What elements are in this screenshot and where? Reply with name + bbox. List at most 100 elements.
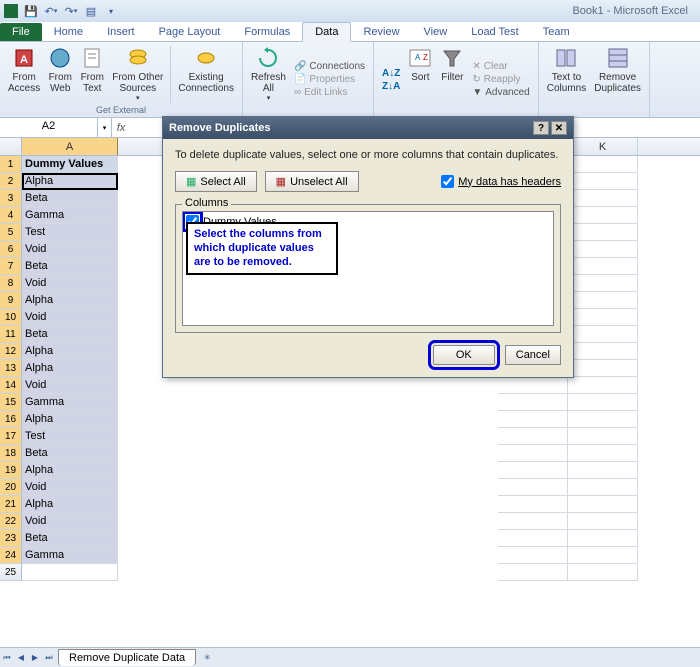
cell-a[interactable]: Beta (22, 190, 118, 207)
row-header[interactable]: 11 (0, 326, 22, 343)
cell-a[interactable]: Test (22, 428, 118, 445)
sheet-tab-active[interactable]: Remove Duplicate Data (58, 649, 196, 666)
cell-k[interactable] (568, 496, 638, 513)
row-header[interactable]: 12 (0, 343, 22, 360)
sheet-nav-prev[interactable]: ◀ (14, 650, 28, 666)
cell-a[interactable]: Alpha (22, 496, 118, 513)
tab-data[interactable]: Data (302, 22, 351, 42)
cell-a[interactable]: Alpha (22, 292, 118, 309)
cell-j[interactable] (498, 496, 568, 513)
advanced-filter-item[interactable]: ▼Advanced (468, 86, 533, 99)
row-header[interactable]: 4 (0, 207, 22, 224)
row-header[interactable]: 9 (0, 292, 22, 309)
col-header-k[interactable]: K (568, 138, 638, 155)
cell-j[interactable] (498, 547, 568, 564)
reapply-item[interactable]: ↻Reapply (468, 73, 533, 86)
row-header[interactable]: 2 (0, 173, 22, 190)
sheet-nav-first[interactable]: ⏮ (0, 650, 14, 666)
row-header[interactable]: 10 (0, 309, 22, 326)
select-all-corner[interactable] (0, 138, 22, 155)
cell-j[interactable] (498, 462, 568, 479)
cell-k[interactable] (568, 479, 638, 496)
refresh-all-button[interactable]: Refresh All▾ (247, 44, 290, 115)
row-header[interactable]: 20 (0, 479, 22, 496)
properties-item[interactable]: 📄Properties (290, 73, 369, 86)
remove-duplicates-button[interactable]: Remove Duplicates (590, 44, 645, 115)
col-header-a[interactable]: A (22, 138, 118, 155)
ok-button[interactable]: OK (433, 345, 495, 365)
cell-k[interactable] (568, 309, 638, 326)
tab-review[interactable]: Review (351, 23, 411, 41)
cell-a[interactable]: Void (22, 513, 118, 530)
name-box-dropdown[interactable]: ▾ (98, 118, 112, 137)
row-header[interactable]: 14 (0, 377, 22, 394)
cell-j[interactable] (498, 513, 568, 530)
dialog-close-button[interactable]: ✕ (551, 121, 567, 135)
cell-j[interactable] (498, 530, 568, 547)
sort-az-button[interactable]: A↓Z (378, 67, 404, 80)
cell-k[interactable] (568, 360, 638, 377)
cell-a[interactable]: Void (22, 309, 118, 326)
cell-k[interactable] (568, 428, 638, 445)
existing-connections-button[interactable]: Existing Connections (174, 44, 238, 105)
edit-links-item[interactable]: ∞Edit Links (290, 86, 369, 99)
row-header[interactable]: 19 (0, 462, 22, 479)
cell-k[interactable] (568, 156, 638, 173)
cell-a[interactable]: Alpha (22, 462, 118, 479)
cell-k[interactable] (568, 513, 638, 530)
row-header[interactable]: 23 (0, 530, 22, 547)
cell-k[interactable] (568, 258, 638, 275)
row-header[interactable]: 6 (0, 241, 22, 258)
cell-j[interactable] (498, 564, 568, 581)
row-header[interactable]: 24 (0, 547, 22, 564)
cell-j[interactable] (498, 428, 568, 445)
tab-file[interactable]: File (0, 23, 42, 41)
unselect-all-button[interactable]: ▦Unselect All (265, 171, 359, 192)
cell-a[interactable]: Beta (22, 530, 118, 547)
cell-a[interactable]: Alpha (22, 173, 118, 190)
headers-checkbox[interactable]: My data has headers (441, 175, 561, 188)
cell-k[interactable] (568, 190, 638, 207)
clear-filter-item[interactable]: ✕Clear (468, 60, 533, 73)
row-header[interactable]: 1 (0, 156, 22, 173)
cell-k[interactable] (568, 377, 638, 394)
redo-button[interactable]: ↷▾ (62, 2, 80, 20)
save-button[interactable]: 💾 (22, 2, 40, 20)
cell-j[interactable] (498, 377, 568, 394)
cell-a[interactable]: Void (22, 479, 118, 496)
cell-a[interactable] (22, 564, 118, 581)
cell-k[interactable] (568, 173, 638, 190)
cell-k[interactable] (568, 207, 638, 224)
cell-k[interactable] (568, 394, 638, 411)
row-header[interactable]: 13 (0, 360, 22, 377)
dialog-title-bar[interactable]: Remove Duplicates ? ✕ (163, 117, 573, 139)
cell-j[interactable] (498, 445, 568, 462)
undo-button[interactable]: ↶▾ (42, 2, 60, 20)
row-header[interactable]: 18 (0, 445, 22, 462)
sort-za-button[interactable]: Z↓A (378, 80, 404, 93)
from-other-sources-button[interactable]: From Other Sources▾ (108, 44, 167, 105)
cell-j[interactable] (498, 394, 568, 411)
from-access-button[interactable]: AFrom Access (4, 44, 44, 105)
cell-k[interactable] (568, 275, 638, 292)
cell-a[interactable]: Gamma (22, 394, 118, 411)
tab-home[interactable]: Home (42, 23, 95, 41)
headers-checkbox-input[interactable] (441, 175, 454, 188)
fx-icon[interactable]: fx (112, 118, 130, 137)
row-header[interactable]: 3 (0, 190, 22, 207)
cell-k[interactable] (568, 411, 638, 428)
tab-formulas[interactable]: Formulas (232, 23, 302, 41)
cell-k[interactable] (568, 462, 638, 479)
row-header[interactable]: 5 (0, 224, 22, 241)
print-preview-button[interactable]: ▤ (82, 2, 100, 20)
cell-a[interactable]: Beta (22, 258, 118, 275)
cell-a[interactable]: Void (22, 377, 118, 394)
from-web-button[interactable]: From Web (44, 44, 76, 105)
row-header[interactable]: 22 (0, 513, 22, 530)
row-header[interactable]: 21 (0, 496, 22, 513)
cell-a[interactable]: Gamma (22, 547, 118, 564)
cell-j[interactable] (498, 411, 568, 428)
cell-k[interactable] (568, 564, 638, 581)
row-header[interactable]: 7 (0, 258, 22, 275)
from-text-button[interactable]: From Text (76, 44, 108, 105)
